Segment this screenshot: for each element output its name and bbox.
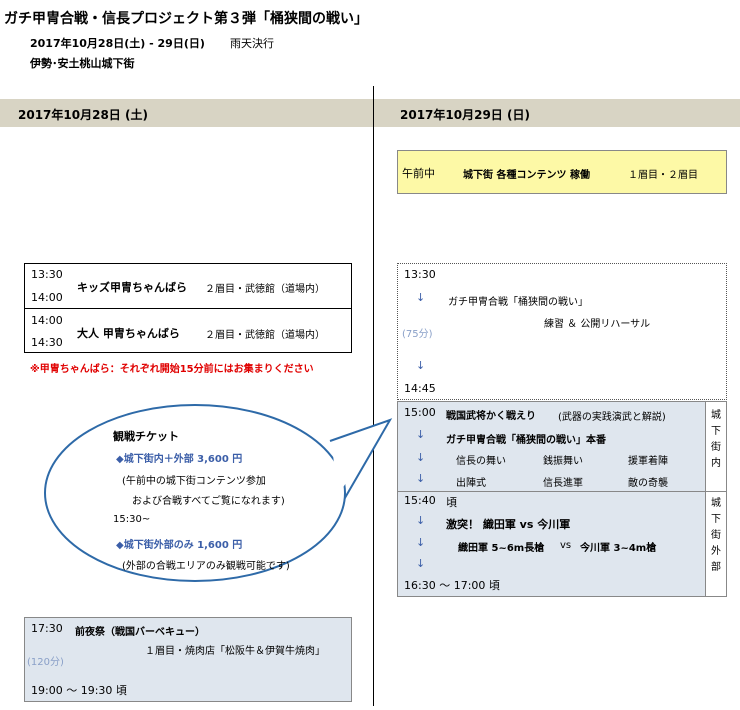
rain-note: 雨天決行 bbox=[230, 37, 274, 50]
event-end: 14:30 bbox=[31, 336, 63, 349]
eve-end: 19:00 ～ 19:30 頃 bbox=[31, 684, 127, 697]
battle2-detail-oda: 織田軍 5~6m長槍 bbox=[458, 543, 545, 554]
morning-place: １眉目・２眉目 bbox=[628, 170, 698, 181]
event-dates: 2017年10月28日(土) - 29日(日) bbox=[30, 37, 205, 50]
rehearsal-duration: (75分) bbox=[402, 329, 433, 340]
ticket-option-note: (外部の合戦エリアのみ観戦可能です) bbox=[122, 561, 290, 572]
eve-start: 17:30 bbox=[31, 622, 63, 635]
event-end: 14:00 bbox=[31, 291, 63, 304]
day1-label: 2017年10月28日 (土) bbox=[18, 108, 148, 122]
battle2-start: 15:40 bbox=[404, 494, 436, 507]
event-place: ２眉目・武徳館（道場内） bbox=[205, 284, 325, 295]
event-title: 大人 甲冑ちゃんばら bbox=[77, 327, 180, 340]
battle1-start: 15:00 bbox=[404, 406, 436, 419]
ticket-option-outside: ◆城下街外部のみ 1,600 円 bbox=[116, 540, 243, 551]
arrow-icon: ↓ bbox=[416, 428, 426, 441]
ticket-option-note: および合戦すべてご覧になれます) bbox=[132, 496, 285, 507]
battle-block: 城下街内 城下街外部 15:00 戦国武将かく戦えり (武器の実践演武と解説) … bbox=[397, 401, 727, 597]
eve-place: １眉目・焼肉店「松阪牛＆伊賀牛焼肉」 bbox=[145, 646, 325, 657]
rehearsal-end: 14:45 bbox=[404, 382, 436, 395]
program-item: 援軍着陣 bbox=[628, 456, 668, 467]
program-item: 出陣式 bbox=[456, 478, 486, 489]
side-label-outer: 城下街外部 bbox=[711, 498, 721, 573]
battle2-detail-vs: vs bbox=[560, 540, 572, 551]
event-title: キッズ甲冑ちゃんばら bbox=[77, 281, 187, 294]
rehearsal-box: 13:30 ↓ ガチ甲冑合戦「桶狭間の戦い」 練習 ＆ 公開リハーサル (75分… bbox=[397, 263, 727, 400]
eve-title: 前夜祭（戦国バーベキュー） bbox=[75, 627, 205, 638]
battle2-detail-imagawa: 今川軍 3~4m槍 bbox=[580, 543, 657, 554]
eve-duration: (120分) bbox=[27, 657, 64, 668]
battle1-main: ガチ甲冑合戦「桶狭間の戦い」本番 bbox=[446, 435, 606, 446]
battle2-end: 16:30 ～ 17:00 頃 bbox=[404, 579, 500, 592]
event-start: 14:00 bbox=[31, 314, 63, 327]
side-label-inner: 城下街内 bbox=[711, 410, 721, 469]
morning-time: 午前中 bbox=[402, 167, 435, 180]
rehearsal-line2: 練習 ＆ 公開リハーサル bbox=[544, 319, 651, 330]
arrow-icon: ↓ bbox=[416, 557, 426, 570]
chanbara-table: 13:30 14:00 キッズ甲冑ちゃんばら ２眉目・武徳館（道場内） 14:0… bbox=[24, 263, 352, 353]
morning-title: 城下街 各種コンテンツ 稼働 bbox=[463, 170, 590, 181]
page-title: ガチ甲冑合戦・信長プロジェクト第３弾「桶狭間の戦い」 bbox=[4, 11, 368, 27]
arrow-icon: ↓ bbox=[416, 536, 426, 549]
battle2-approx: 頃 bbox=[446, 496, 457, 509]
morning-box: 午前中 城下街 各種コンテンツ 稼働 １眉目・２眉目 bbox=[397, 150, 727, 194]
eve-party-box: 17:30 前夜祭（戦国バーベキュー） １眉目・焼肉店「松阪牛＆伊賀牛焼肉」 (… bbox=[24, 617, 352, 702]
ticket-heading: 観戦チケット bbox=[113, 430, 179, 443]
event-start: 13:30 bbox=[31, 268, 63, 281]
arrow-icon: ↓ bbox=[416, 514, 426, 527]
battle2-title: 激突！ 織田軍 vs 今川軍 bbox=[446, 518, 571, 531]
program-item: 信長の舞い bbox=[456, 456, 506, 467]
day2-label: 2017年10月29日 (日) bbox=[400, 108, 530, 122]
rehearsal-start: 13:30 bbox=[404, 268, 436, 281]
ticket-time: 15:30~ bbox=[113, 514, 151, 525]
battle1-sub: (武器の実践演武と解説) bbox=[558, 412, 666, 423]
venue: 伊勢･安土桃山城下街 bbox=[30, 57, 135, 70]
event-place: ２眉目・武徳館（道場内） bbox=[205, 330, 325, 341]
battle-divider bbox=[398, 491, 726, 492]
rehearsal-line1: ガチ甲冑合戦「桶狭間の戦い」 bbox=[448, 297, 588, 308]
program-item: 信長進軍 bbox=[543, 478, 583, 489]
battle1-title: 戦国武将かく戦えり bbox=[446, 411, 536, 422]
ticket-option-full: ◆城下街内＋外部 3,600 円 bbox=[116, 454, 243, 465]
arrow-icon: ↓ bbox=[416, 472, 426, 485]
program-item: 銭振舞い bbox=[543, 456, 583, 467]
program-item: 敵の奇襲 bbox=[628, 478, 668, 489]
arrow-icon: ↓ bbox=[416, 291, 426, 304]
table-divider bbox=[25, 308, 351, 309]
chanbara-notice: ※甲冑ちゃんばら：それぞれ開始15分前にはお集まりください bbox=[30, 364, 314, 375]
ticket-option-note: (午前中の城下街コンテンツ参加 bbox=[122, 476, 266, 487]
arrow-icon: ↓ bbox=[416, 359, 426, 372]
arrow-icon: ↓ bbox=[416, 451, 426, 464]
